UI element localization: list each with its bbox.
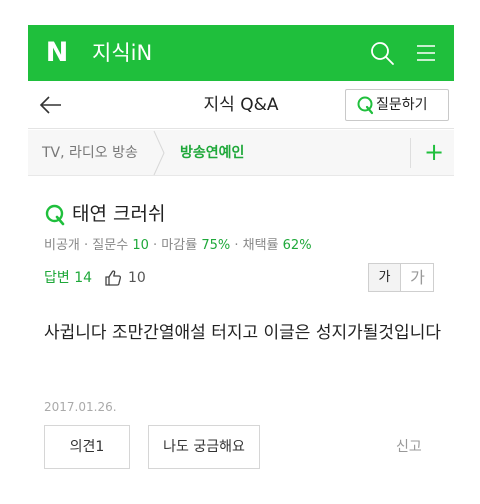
naver-logo[interactable]: N: [42, 38, 72, 68]
question-date: 2017.01.26.: [44, 400, 117, 414]
chevron-right-icon: [152, 130, 166, 176]
like-count: 10: [128, 270, 146, 286]
questions-label: 질문수: [92, 238, 129, 253]
breadcrumb: TV, 라디오 방송 방송연예인 +: [28, 130, 454, 176]
question-q-icon: [44, 203, 66, 227]
deadline-label: 마감률: [161, 238, 198, 253]
visibility-label: 비공개: [44, 238, 80, 253]
breadcrumb-item-entertainers[interactable]: 방송연예인: [180, 130, 244, 176]
plus-icon[interactable]: +: [414, 130, 454, 176]
adopt-value: 62%: [282, 238, 312, 253]
questions-value: 10: [132, 238, 149, 253]
deadline-value: 75%: [201, 238, 231, 253]
font-size-small-button[interactable]: 가: [369, 264, 401, 291]
divider: [410, 138, 411, 168]
question-body: 사귑니다 조만간열애설 터지고 이글은 성지가될것입니다: [44, 323, 441, 343]
ask-question-button[interactable]: 질문하기: [345, 89, 449, 121]
app-title[interactable]: 지식iN: [92, 38, 152, 68]
font-size-toggle: 가 가: [368, 263, 434, 292]
top-header: N 지식iN: [28, 25, 454, 81]
question-title: 태연 크러쉬: [72, 203, 166, 225]
question-meta: 비공개 · 질문수 10 · 마감률 75% · 채택률 62%: [44, 238, 312, 253]
sub-header: 지식 Q&A 질문하기: [28, 81, 454, 129]
answers-count[interactable]: 답변 14: [44, 267, 92, 289]
logo-letter: N: [45, 37, 69, 68]
search-icon[interactable]: [368, 39, 396, 67]
hamburger-menu-icon[interactable]: [412, 39, 440, 67]
thumbs-up-icon[interactable]: [104, 269, 122, 287]
me-too-curious-button[interactable]: 나도 궁금해요: [148, 425, 260, 469]
font-size-large-button[interactable]: 가: [402, 264, 433, 291]
breadcrumb-item-tv-radio[interactable]: TV, 라디오 방송: [42, 130, 138, 176]
q-icon: [356, 95, 374, 115]
report-link[interactable]: 신고: [396, 425, 422, 469]
ask-button-label: 질문하기: [376, 97, 428, 113]
adopt-label: 채택률: [242, 238, 279, 253]
opinion-button[interactable]: 의견1: [44, 425, 130, 469]
app-frame: N 지식iN 지식 Q&A 질문하기 TV, 라디오 방송 방송연예인 + 태연…: [28, 0, 454, 504]
